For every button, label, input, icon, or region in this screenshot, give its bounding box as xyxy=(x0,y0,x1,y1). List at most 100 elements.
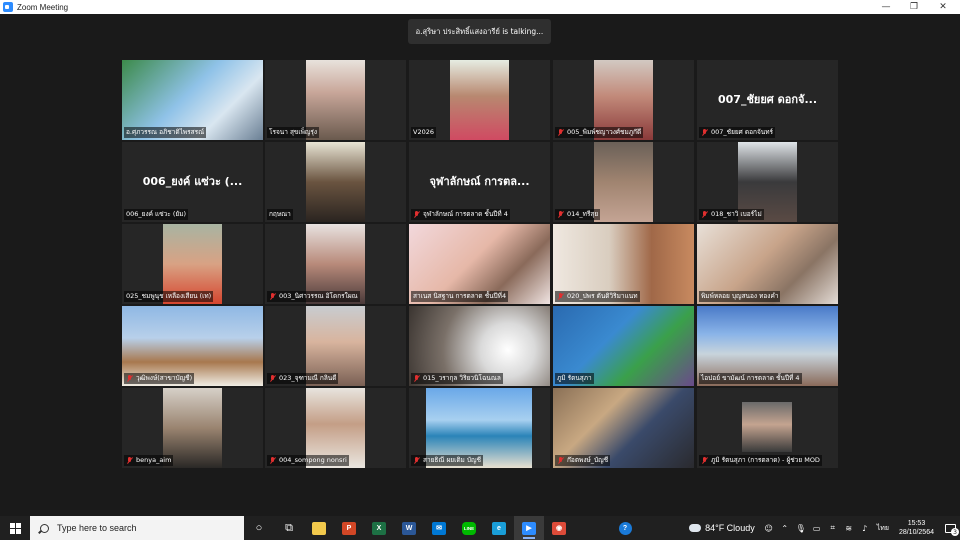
windows-logo-icon xyxy=(9,522,21,534)
word-app-button[interactable]: W xyxy=(394,516,424,540)
task-view-icon: ⧉ xyxy=(285,521,293,534)
participant-name: ก๊อตพงษ์_บัญชี xyxy=(567,456,609,464)
participant-name-label: V2026 xyxy=(411,127,436,138)
zoom-app-button[interactable]: ▶ xyxy=(514,516,544,540)
cortana-icon: ○ xyxy=(255,522,263,534)
zoom-logo-icon xyxy=(3,2,13,12)
excel-icon: X xyxy=(372,521,386,535)
search-input[interactable] xyxy=(57,523,227,533)
taskbar-search[interactable] xyxy=(30,516,244,540)
excel-app-button[interactable]: X xyxy=(364,516,394,540)
participant-tile[interactable]: 003_นิศาวรรณ อิโดกรใผณ xyxy=(265,224,406,304)
participant-tile[interactable]: โรจนา สุขเพ็ญรุ่ง xyxy=(265,60,406,140)
wifi-icon[interactable]: ≋ xyxy=(843,523,854,534)
participant-tile[interactable]: อ.ศุภวรรณ อภิชาติไพรสรณ์ xyxy=(122,60,263,140)
participant-name: ภูมิ รัตนสุภา (การตลาด) - ผู้ช่วย MOD xyxy=(711,456,820,464)
input-language[interactable]: ไทย xyxy=(877,523,889,534)
notification-center-button[interactable]: 3 xyxy=(940,516,960,540)
task-view-app-button[interactable]: ⧉ xyxy=(274,516,304,540)
line-app-button[interactable]: LINE xyxy=(454,516,484,540)
mic-muted-icon xyxy=(126,456,133,465)
participant-tile[interactable]: กฤษณา xyxy=(265,142,406,222)
participant-tile[interactable]: 006_ยงค์ แซ่วะ (... 006_ยงค์ แซ่วะ (ยัม) xyxy=(122,142,263,222)
powerpoint-icon: P xyxy=(342,521,356,535)
person-icon[interactable]: ☺ xyxy=(763,523,774,534)
participant-tile[interactable]: วุฒิพงษ์(สาขาบัญชี) xyxy=(122,306,263,386)
participant-tile[interactable]: 015_วรากุล วิริยวนิโฉนณล xyxy=(409,306,550,386)
powerpoint-app-button[interactable]: P xyxy=(334,516,364,540)
participant-video xyxy=(742,402,792,452)
volume-icon[interactable]: ♪ xyxy=(859,523,870,534)
participant-tile[interactable]: 005_พิมพ์ชญาวงศ์ชมภูก๊ดี xyxy=(553,60,694,140)
participant-tile[interactable]: 014_ทรีสุย xyxy=(553,142,694,222)
network-icon[interactable]: ⌗ xyxy=(827,523,838,534)
chrome-app-button[interactable]: ◉ xyxy=(544,516,574,540)
weather-widget[interactable]: 84°F Cloudy xyxy=(689,523,755,533)
start-button[interactable] xyxy=(0,516,30,540)
participant-tile[interactable]: สาเนส นิสฐาน การตลาด ชั้นปีที่4 xyxy=(409,224,550,304)
file-explorer-app-button[interactable] xyxy=(304,516,334,540)
display-icon[interactable]: ▭ xyxy=(811,523,822,534)
minimize-button[interactable]: — xyxy=(871,0,901,14)
maximize-button[interactable]: ❐ xyxy=(899,0,929,14)
word-icon: W xyxy=(402,521,416,535)
cloud-icon xyxy=(689,524,702,532)
participant-name: 025_ชมพูนุช เหลืองเสียน (เท) xyxy=(126,292,212,300)
chevron-up-icon[interactable]: ⌃ xyxy=(779,523,790,534)
participant-name-label: ไอปอย์ ขามัฒน์ การตลาด ชั้นปีที่ 4 xyxy=(699,373,802,384)
system-tray: 84°F Cloudy ☺ ⌃ 🎙 ▭ ⌗ ≋ ♪ ไทย 15:53 28/1… xyxy=(689,516,960,540)
participant-name-label: 023_จุฑามณี กลินดี xyxy=(267,373,339,384)
participant-name: 023_จุฑามณี กลินดี xyxy=(279,374,337,382)
clock[interactable]: 15:53 28/10/2564 xyxy=(899,519,934,537)
participant-video xyxy=(450,60,509,140)
active-speaker-banner: อ.สุริษา ประสิทธิ์แสงอารีย์ is talking..… xyxy=(408,19,551,44)
mail-icon: ✉ xyxy=(432,521,446,535)
gallery-view: อ.สุริษา ประสิทธิ์แสงอารีย์ is talking..… xyxy=(0,14,960,516)
microphone-icon[interactable]: 🎙 xyxy=(795,523,806,534)
help-icon: ? xyxy=(618,521,632,535)
participant-tile[interactable]: สายธิณี ผยเติม บัญชี xyxy=(409,388,550,468)
participant-tile[interactable]: พิมพ์หลอย บุญสนอง ทองคำ xyxy=(697,224,838,304)
participant-tile[interactable]: 025_ชมพูนุช เหลืองเสียน (เท) xyxy=(122,224,263,304)
mail-app-button[interactable]: ✉ xyxy=(424,516,454,540)
participant-tile[interactable]: ภูมิ รัตนสุภา xyxy=(553,306,694,386)
participant-name-label: จุฬาลักษณ์ การตลาด ชั้นปีที่ 4 xyxy=(411,209,510,220)
edge-app-button[interactable]: e xyxy=(484,516,514,540)
clock-date: 28/10/2564 xyxy=(898,529,934,536)
participant-tile[interactable]: ภูมิ รัตนสุภา (การตลาด) - ผู้ช่วย MOD xyxy=(697,388,838,468)
mic-muted-icon xyxy=(701,210,708,219)
participant-name-label: โรจนา สุขเพ็ญรุ่ง xyxy=(267,127,320,138)
participant-display-name: จุฬาลักษณ์ การตล... xyxy=(429,175,530,188)
participant-name-label: อ.ศุภวรรณ อภิชาติไพรสรณ์ xyxy=(124,127,207,138)
participant-name-label: 005_พิมพ์ชญาวงศ์ชมภูก๊ดี xyxy=(555,127,644,138)
participant-display-name: 007_ชัยยศ ดอกจั... xyxy=(717,93,818,106)
participant-name: 006_ยงค์ แซ่วะ (ยัม) xyxy=(126,210,187,218)
mic-muted-icon xyxy=(701,128,708,137)
participant-tile[interactable]: 023_จุฑามณี กลินดี xyxy=(265,306,406,386)
participant-tile[interactable]: จุฬาลักษณ์ การตล... จุฬาลักษณ์ การตลาด ชั… xyxy=(409,142,550,222)
participant-name-label: 003_นิศาวรรณ อิโดกรใผณ xyxy=(267,291,360,302)
participant-tile[interactable]: ก๊อตพงษ์_บัญชี xyxy=(553,388,694,468)
zoom-meeting-window: Zoom Meeting — ❐ ✕ อ.สุริษา ประสิทธิ์แสง… xyxy=(0,0,960,540)
mic-muted-icon xyxy=(413,210,420,219)
help-app-button[interactable]: ? xyxy=(610,516,640,540)
participant-tile[interactable]: benya_aim xyxy=(122,388,263,468)
participant-tile[interactable]: 018_ชาวิ เบอร์ไม่ xyxy=(697,142,838,222)
cortana-app-button[interactable]: ○ xyxy=(244,516,274,540)
mic-muted-icon xyxy=(269,374,276,383)
mic-muted-icon xyxy=(557,210,564,219)
participant-video xyxy=(306,142,365,222)
participant-display-name: 006_ยงค์ แซ่วะ (... xyxy=(142,175,243,188)
participant-tile[interactable]: ไอปอย์ ขามัฒน์ การตลาด ชั้นปีที่ 4 xyxy=(697,306,838,386)
participant-name-label: 006_ยงค์ แซ่วะ (ยัม) xyxy=(124,209,189,220)
participant-tile[interactable]: 007_ชัยยศ ดอกจั... 007_ชัยยศ ดอกจันทร์ xyxy=(697,60,838,140)
close-button[interactable]: ✕ xyxy=(928,0,958,14)
participant-tile[interactable]: 004_sompong nonsri xyxy=(265,388,406,468)
participant-tile[interactable]: V2026 xyxy=(409,60,550,140)
participant-name-label: พิมพ์หลอย บุญสนอง ทองคำ xyxy=(699,291,781,302)
search-icon xyxy=(40,523,49,533)
mic-muted-icon xyxy=(701,456,708,465)
participant-name-label: สายธิณี ผยเติม บัญชี xyxy=(411,455,483,466)
participant-tile[interactable]: 020_ปพร ตันติวิริมาแนท xyxy=(553,224,694,304)
participant-name-label: benya_aim xyxy=(124,455,174,466)
